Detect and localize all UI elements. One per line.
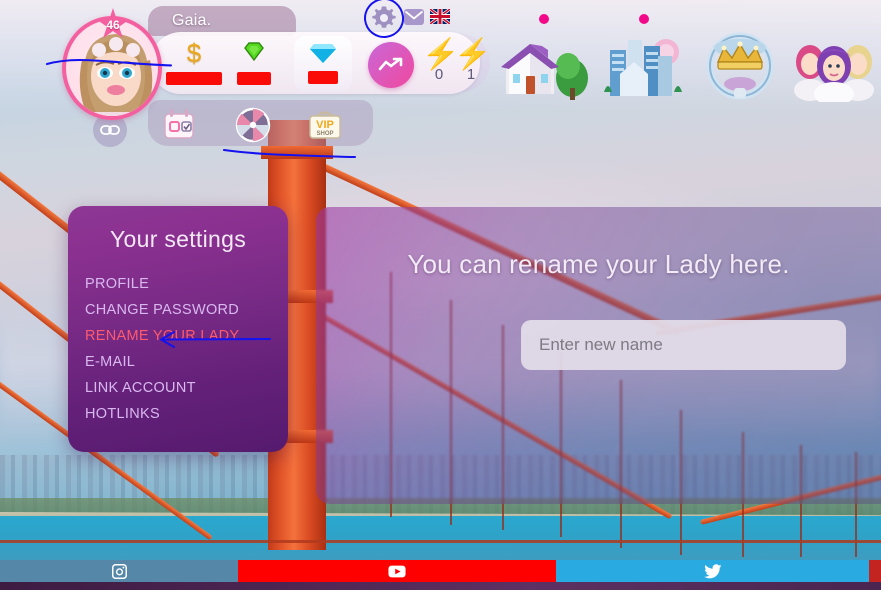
vip-shop-button[interactable]: VIP SHOP [304, 106, 346, 144]
bay-water [0, 516, 881, 561]
player-name: Gaia. [172, 12, 212, 29]
sidebar-item-profile[interactable]: PROFILE [85, 271, 288, 297]
sidebar-item-rename-your-lady[interactable]: RENAME YOUR LADY [85, 323, 288, 349]
sidebar-item-change-password[interactable]: CHANGE PASSWORD [85, 297, 288, 323]
energy-stat-0[interactable]: ⚡ 0 [422, 40, 459, 84]
social-link-extra[interactable] [869, 560, 881, 582]
content-heading: You can rename your Lady here. [407, 249, 790, 279]
social-bar [0, 560, 881, 582]
fortune-wheel-icon [235, 107, 271, 143]
emerald-icon [218, 38, 290, 68]
envelope-icon [404, 9, 424, 25]
world-tab-friends[interactable] [786, 26, 881, 102]
settings-button[interactable] [370, 4, 398, 32]
gear-icon [372, 6, 396, 28]
diamond-icon [287, 40, 359, 70]
calendar-button[interactable] [160, 106, 198, 142]
svg-text:SHOP: SHOP [316, 131, 333, 137]
mail-button[interactable] [403, 8, 425, 26]
social-link-youtube[interactable] [238, 560, 556, 582]
vip-shop-icon: VIP SHOP [309, 111, 341, 139]
new-name-input[interactable] [521, 320, 846, 370]
currency-diamond[interactable] [287, 40, 359, 84]
bridge-railing [0, 540, 881, 543]
redacted-value [166, 72, 222, 85]
uk-flag-icon [430, 9, 450, 24]
trending-up-icon [378, 57, 403, 71]
redacted-value [308, 71, 338, 84]
world-tab-home[interactable] [496, 14, 592, 102]
instagram-icon [111, 563, 127, 579]
footer-strip [0, 582, 881, 590]
top-hud-bar: Gaia. $ ⚡ 0 ⚡ 1 VIP SHOP 46 [0, 0, 881, 152]
calendar-icon [164, 109, 194, 139]
settings-panel: Your settings PROFILE CHANGE PASSWORD RE… [68, 206, 288, 452]
energy-stat-1[interactable]: ⚡ 1 [454, 40, 491, 84]
notification-dot [639, 14, 649, 24]
game-screen: Gaia. $ ⚡ 0 ⚡ 1 VIP SHOP 46 Your setting… [0, 0, 881, 590]
currency-emerald[interactable] [218, 38, 290, 85]
ladies-group-icon [794, 45, 874, 102]
sidebar-item-email[interactable]: E-MAIL [85, 349, 288, 375]
twitter-icon [703, 563, 721, 578]
content-panel: You can rename your Lady here. 50 CHANGE… [316, 207, 881, 504]
social-link-twitter[interactable] [556, 560, 869, 582]
sidebar-item-link-account[interactable]: LINK ACCOUNT [85, 375, 288, 401]
level-value: 46 [106, 17, 120, 32]
sidebar-item-hotlinks[interactable]: HOTLINKS [85, 401, 288, 427]
trending-button[interactable] [368, 42, 414, 88]
link-icon [100, 125, 120, 135]
youtube-icon [388, 565, 406, 577]
social-link-instagram[interactable] [0, 560, 238, 582]
notification-dot [539, 14, 549, 24]
page-title: Your settings [109, 226, 247, 252]
fortune-wheel-button[interactable] [234, 106, 272, 144]
world-tab-fashion-arena[interactable] [692, 26, 788, 102]
redacted-value [237, 72, 271, 85]
settings-menu: PROFILE CHANGE PASSWORD RENAME YOUR LADY… [68, 271, 288, 427]
house-icon [501, 44, 588, 100]
city-skyline-icon [604, 39, 682, 96]
svg-text:VIP: VIP [316, 119, 334, 131]
world-tab-city[interactable] [596, 14, 692, 102]
crown-ring-icon [706, 32, 774, 100]
language-button[interactable] [430, 9, 450, 24]
